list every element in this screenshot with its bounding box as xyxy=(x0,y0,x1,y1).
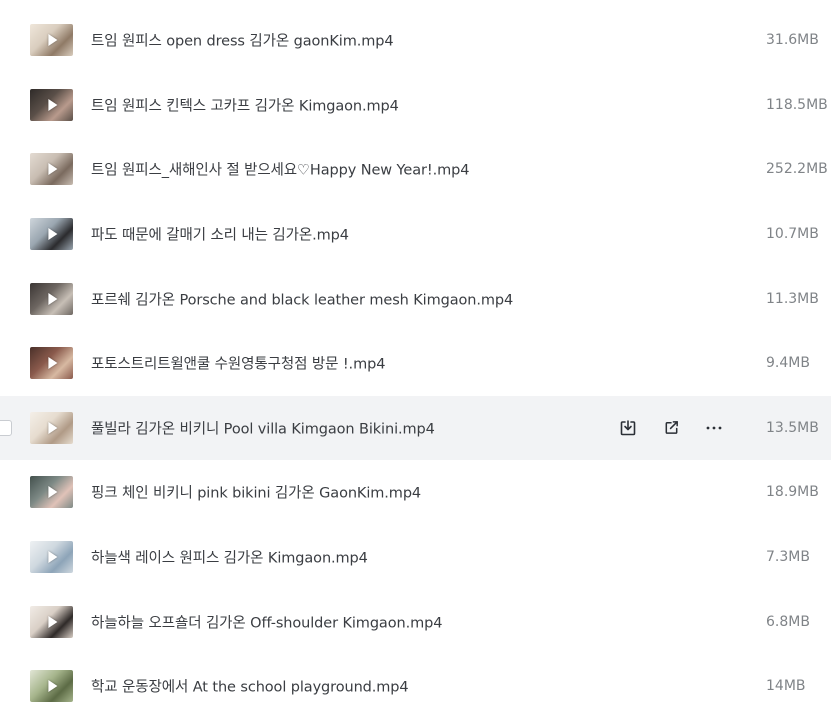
file-size: 18.9MB xyxy=(766,484,819,501)
play-icon xyxy=(47,98,57,111)
play-icon xyxy=(47,421,57,434)
file-size: 13.5MB xyxy=(766,419,819,436)
play-icon xyxy=(47,357,57,370)
file-name[interactable]: 포토스트리트윌앤쿨 수원영통구청점 방문 !.mp4 xyxy=(91,353,385,374)
video-thumbnail[interactable] xyxy=(30,476,73,509)
file-size: 14MB xyxy=(766,678,806,695)
file-size: 7.3MB xyxy=(766,549,810,566)
file-name[interactable]: 파도 때문에 갈매기 소리 내는 김가온.mp4 xyxy=(91,224,349,245)
file-name[interactable]: 트임 원피스 open dress 김가온 gaonKim.mp4 xyxy=(91,30,394,51)
video-thumbnail[interactable] xyxy=(30,347,73,380)
file-size: 6.8MB xyxy=(766,613,810,630)
file-row[interactable]: 파도 때문에 갈매기 소리 내는 김가온.mp4 10.7MB xyxy=(0,202,831,267)
file-name[interactable]: 하늘하늘 오프숄더 김가온 Off-shoulder Kimgaon.mp4 xyxy=(91,611,442,632)
play-icon xyxy=(47,486,57,499)
file-name[interactable]: 트임 원피스_새해인사 절 받으세요♡Happy New Year!.mp4 xyxy=(91,159,469,180)
play-icon xyxy=(47,292,57,305)
file-row[interactable]: 포토스트리트윌앤쿨 수원영통구청점 방문 !.mp4 9.4MB xyxy=(0,331,831,396)
play-icon xyxy=(47,680,57,693)
file-row[interactable]: 하늘색 레이스 원피스 김가온 Kimgaon.mp4 7.3MB xyxy=(0,525,831,590)
download-icon xyxy=(619,419,637,437)
row-checkbox[interactable] xyxy=(0,419,12,436)
file-name[interactable]: 트임 원피스 킨텍스 고카프 김가온 Kimgaon.mp4 xyxy=(91,94,399,115)
file-size: 11.3MB xyxy=(766,290,819,307)
file-row[interactable]: 트임 원피스 킨텍스 고카프 김가온 Kimgaon.mp4 118.5MB xyxy=(0,73,831,138)
video-thumbnail[interactable] xyxy=(30,541,73,574)
video-thumbnail[interactable] xyxy=(30,605,73,638)
file-row[interactable]: 핑크 체인 비키니 pink bikini 김가온 GaonKim.mp4 18.… xyxy=(0,460,831,525)
video-thumbnail[interactable] xyxy=(30,282,73,315)
file-list: 트임 원피스 open dress 김가온 gaonKim.mp4 31.6MB 트… xyxy=(0,8,831,719)
share-button[interactable] xyxy=(660,417,682,439)
video-thumbnail[interactable] xyxy=(30,153,73,186)
file-row[interactable]: 트임 원피스_새해인사 절 받으세요♡Happy New Year!.mp4 25… xyxy=(0,137,831,202)
row-actions xyxy=(617,417,725,439)
video-thumbnail[interactable] xyxy=(30,24,73,57)
play-icon xyxy=(47,34,57,47)
file-name[interactable]: 포르쉐 김가온 Porsche and black leather mesh K… xyxy=(91,288,513,309)
play-icon xyxy=(47,163,57,176)
download-button[interactable] xyxy=(617,417,639,439)
video-thumbnail[interactable] xyxy=(30,218,73,251)
file-size: 118.5MB xyxy=(766,96,828,113)
file-row[interactable]: 포르쉐 김가온 Porsche and black leather mesh K… xyxy=(0,266,831,331)
video-thumbnail[interactable] xyxy=(30,670,73,703)
file-size: 252.2MB xyxy=(766,161,828,178)
file-row[interactable]: 풀빌라 김가온 비키니 Pool villa Kimgaon Bikini.mp… xyxy=(0,395,831,461)
more-icon xyxy=(705,419,723,437)
file-name[interactable]: 풀빌라 김가온 비키니 Pool villa Kimgaon Bikini.mp… xyxy=(91,417,435,438)
more-button[interactable] xyxy=(703,417,725,439)
file-row[interactable]: 학교 운동장에서 At the school playground.mp4 14M… xyxy=(0,654,831,719)
file-row[interactable]: 하늘하늘 오프숄더 김가온 Off-shoulder Kimgaon.mp4 6.… xyxy=(0,589,831,654)
play-icon xyxy=(47,551,57,564)
file-size: 31.6MB xyxy=(766,32,819,49)
video-thumbnail[interactable] xyxy=(30,88,73,121)
play-icon xyxy=(47,615,57,628)
file-name[interactable]: 하늘색 레이스 원피스 김가온 Kimgaon.mp4 xyxy=(91,547,368,568)
video-thumbnail[interactable] xyxy=(30,411,73,444)
file-size: 9.4MB xyxy=(766,355,810,372)
file-row[interactable]: 트임 원피스 open dress 김가온 gaonKim.mp4 31.6MB xyxy=(0,8,831,73)
file-name[interactable]: 학교 운동장에서 At the school playground.mp4 xyxy=(91,676,409,697)
share-icon xyxy=(663,419,680,436)
play-icon xyxy=(47,228,57,241)
file-name[interactable]: 핑크 체인 비키니 pink bikini 김가온 GaonKim.mp4 xyxy=(91,482,421,503)
file-size: 10.7MB xyxy=(766,226,819,243)
